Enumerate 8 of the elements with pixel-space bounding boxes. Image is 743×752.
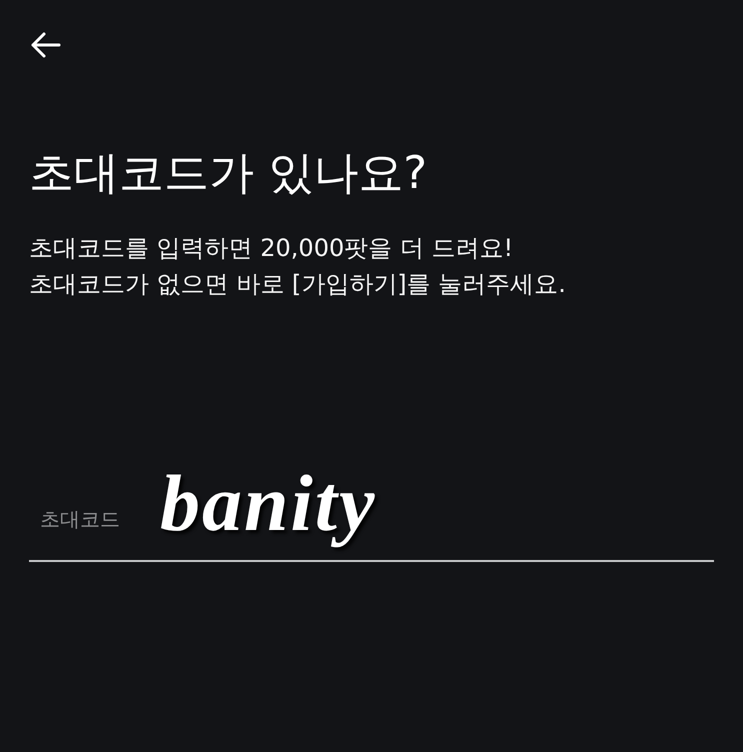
field-label: 초대코드 [40,506,120,532]
page-title: 초대코드가 있나요? [29,145,428,201]
back-arrow-icon [29,31,61,59]
invite-code-field[interactable]: 초대코드 banity [29,462,714,562]
field-value: banity [160,462,378,546]
description-text: 초대코드가 없으면 바로 [가입하기]를 눌러주세요. [29,269,567,300]
description-text: 초대코드를 입력하면 20,000팟을 더 드려요! [29,233,514,264]
back-button[interactable] [29,30,63,60]
